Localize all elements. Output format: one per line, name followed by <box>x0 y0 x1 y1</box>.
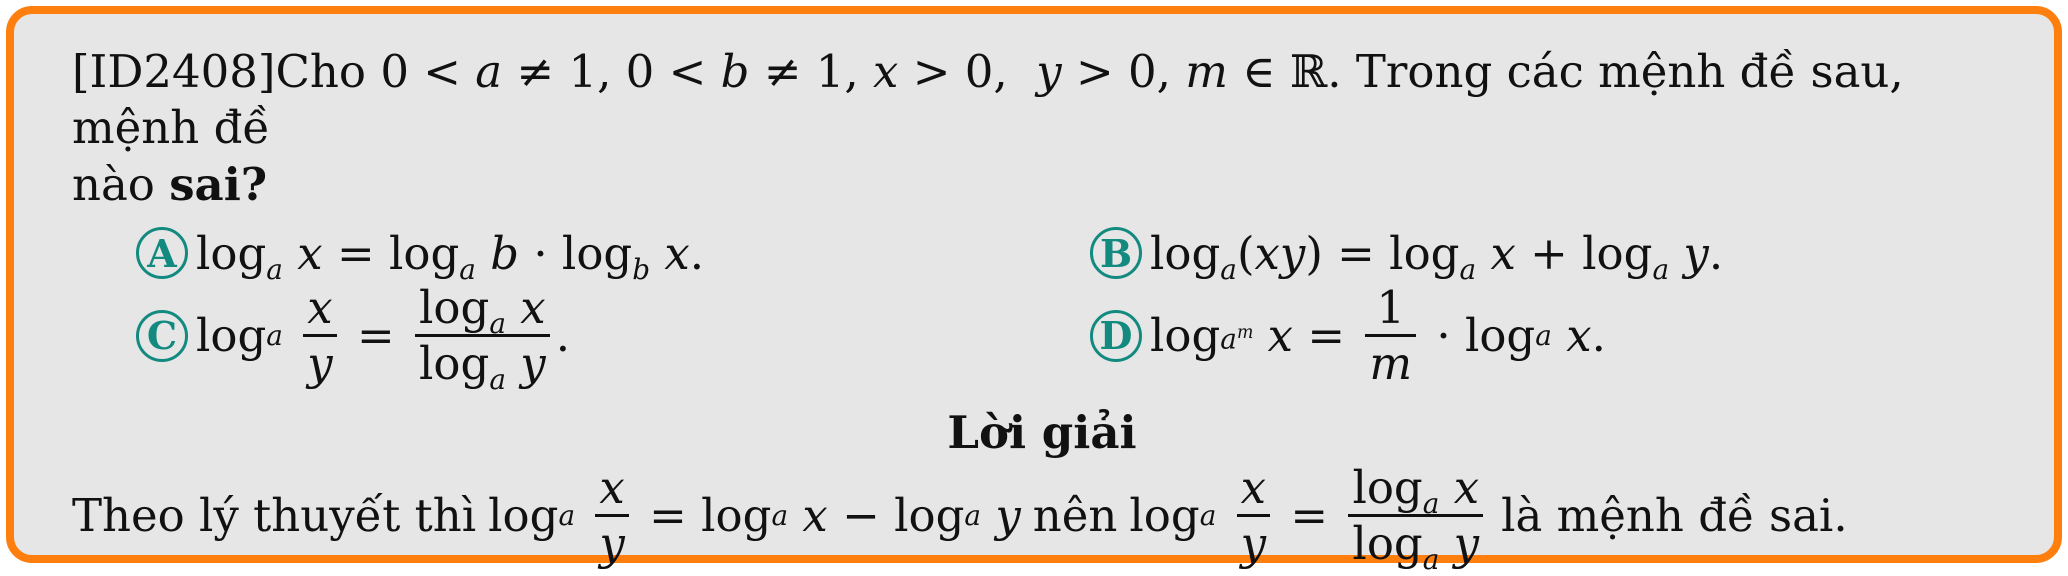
question-line2: nào <box>72 157 155 211</box>
option-c-formula: log a xy = loga x loga y. <box>196 280 571 396</box>
option-b-badge: B <box>1090 227 1142 280</box>
option-b[interactable]: B loga(xy) = loga x + loga y. <box>1090 226 1724 286</box>
option-c-badge: C <box>136 309 188 362</box>
option-a[interactable]: A loga x = loga b · logb x. <box>136 226 705 286</box>
solution-lead: Theo lý thuyết thì <box>72 489 477 543</box>
option-c[interactable]: C log a xy = loga x loga y. <box>136 280 571 396</box>
question-conditions: 0 < a ≠ 1, 0 < b ≠ 1, x > 0, y > 0, m ∈ … <box>380 45 1328 98</box>
solution-formula-2: log a xy = loga x loga y <box>1129 463 1489 573</box>
option-a-formula: loga x = loga b · logb x. <box>196 226 705 286</box>
question-lead: Cho <box>275 45 367 98</box>
option-a-badge: A <box>136 227 188 280</box>
solution-tail: là mệnh đề sai. <box>1501 489 1848 543</box>
problem-card: [ID2408]Cho 0 < a ≠ 1, 0 < b ≠ 1, x > 0,… <box>6 6 2062 573</box>
question-emphasis: sai? <box>169 157 268 211</box>
solution-text: Theo lý thuyết thì log a xy = log a x − lo… <box>72 460 2012 574</box>
option-d[interactable]: D log am x = 1m · log a x. <box>1090 283 1606 389</box>
problem-content: [ID2408]Cho 0 < a ≠ 1, 0 < b ≠ 1, x > 0,… <box>72 44 2012 574</box>
option-b-formula: loga(xy) = loga x + loga y. <box>1150 226 1724 286</box>
solution-formula-1: log a xy = log a x − log a y <box>488 460 1021 571</box>
option-d-badge: D <box>1090 309 1142 362</box>
options-grid: A loga x = loga b · logb x. B loga(xy) =… <box>72 213 2012 403</box>
question-text: [ID2408]Cho 0 < a ≠ 1, 0 < b ≠ 1, x > 0,… <box>72 44 2012 213</box>
solution-middle: nên <box>1032 489 1118 543</box>
question-id: [ID2408] <box>72 45 276 98</box>
solution-title: Lời giải <box>947 405 1137 459</box>
option-d-formula: log am x = 1m · log a x. <box>1150 280 1606 391</box>
